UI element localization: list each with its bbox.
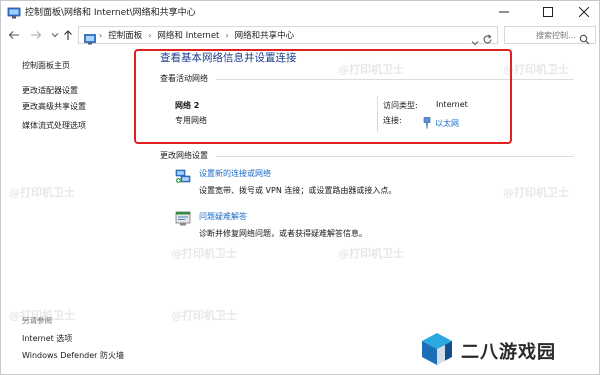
watermark: @打印机卫士 xyxy=(338,247,404,260)
window-title: 控制面板\网络和 Internet\网络和共享中心 xyxy=(25,8,196,18)
breadcrumb-item-network-internet[interactable]: 网络和 Internet xyxy=(157,29,219,41)
watermark: @打印机卫士 xyxy=(171,309,237,322)
sidebar-item-defender-firewall[interactable]: Windows Defender 防火墙 xyxy=(22,350,124,361)
change-settings-heading: 更改网络设置 xyxy=(160,151,208,160)
watermark: @打印机卫士 xyxy=(503,63,569,76)
troubleshoot-description: 诊断并修复网络问题，或者获得疑难解答信息。 xyxy=(199,229,367,238)
breadcrumb-item-control-panel[interactable]: 控制面板 xyxy=(108,29,142,41)
close-button[interactable] xyxy=(567,1,599,23)
sidebar-item-media-streaming[interactable]: 媒体流式处理选项 xyxy=(22,120,86,131)
setup-connection-description: 设置宽带、拨号或 VPN 连接；或设置路由器或接入点。 xyxy=(199,186,397,195)
search-icon[interactable] xyxy=(579,30,590,49)
breadcrumb: › 控制面板 › 网络和 Internet › 网络和共享中心 xyxy=(99,29,295,42)
title-bar: 控制面板\网络和 Internet\网络和共享中心 xyxy=(1,1,599,23)
refresh-icon[interactable] xyxy=(482,30,493,49)
search-box[interactable]: 搜索控制... xyxy=(504,26,596,45)
highlight-box xyxy=(134,49,512,144)
control-panel-window: 控制面板\网络和 Internet\网络和共享中心 › 控制面板 › 网络和 I… xyxy=(0,0,600,375)
chevron-right-icon[interactable]: › xyxy=(148,31,151,40)
minimize-button[interactable] xyxy=(487,1,521,23)
control-panel-icon xyxy=(84,30,96,45)
network-center-icon xyxy=(7,5,21,19)
sidebar-item-adapter-settings[interactable]: 更改适配器设置 xyxy=(22,85,78,96)
see-also-heading: 另请参阅 xyxy=(22,316,52,325)
troubleshoot-icon xyxy=(175,211,191,227)
watermark: @打印机卫士 xyxy=(171,247,237,260)
sidebar: 控制面板主页 更改适配器设置 更改高级共享设置 媒体流式处理选项 另请参阅 In… xyxy=(1,45,151,374)
forward-button[interactable] xyxy=(29,27,43,43)
brand-name: 二八游戏园 xyxy=(461,342,556,363)
brand-cube-icon xyxy=(419,331,455,371)
setup-connection-link[interactable]: 设置新的连接或网络 xyxy=(199,168,271,179)
sidebar-item-internet-options[interactable]: Internet 选项 xyxy=(22,333,72,344)
chevron-right-icon[interactable]: › xyxy=(225,31,228,40)
sidebar-item-control-panel-home[interactable]: 控制面板主页 xyxy=(22,60,70,71)
sidebar-item-advanced-sharing[interactable]: 更改高级共享设置 xyxy=(22,101,86,112)
navigation-bar: › 控制面板 › 网络和 Internet › 网络和共享中心 搜索控制... xyxy=(1,25,599,46)
maximize-button[interactable] xyxy=(531,1,565,23)
brand-logo: 二八游戏园 xyxy=(419,331,589,371)
back-button[interactable] xyxy=(7,27,21,43)
watermark: @打印机卫士 xyxy=(503,186,569,199)
breadcrumb-item-sharing-center[interactable]: 网络和共享中心 xyxy=(235,29,295,41)
search-input[interactable]: 搜索控制... xyxy=(536,30,576,41)
recent-locations-dropdown[interactable] xyxy=(48,27,62,43)
network-setup-icon xyxy=(175,168,191,184)
address-dropdown-icon[interactable] xyxy=(471,31,479,50)
address-bar[interactable]: › 控制面板 › 网络和 Internet › 网络和共享中心 xyxy=(78,26,498,46)
chevron-right-icon: › xyxy=(99,30,103,40)
troubleshoot-link[interactable]: 问题疑难解答 xyxy=(199,211,247,222)
up-button[interactable] xyxy=(61,27,75,43)
section-divider xyxy=(216,156,574,157)
